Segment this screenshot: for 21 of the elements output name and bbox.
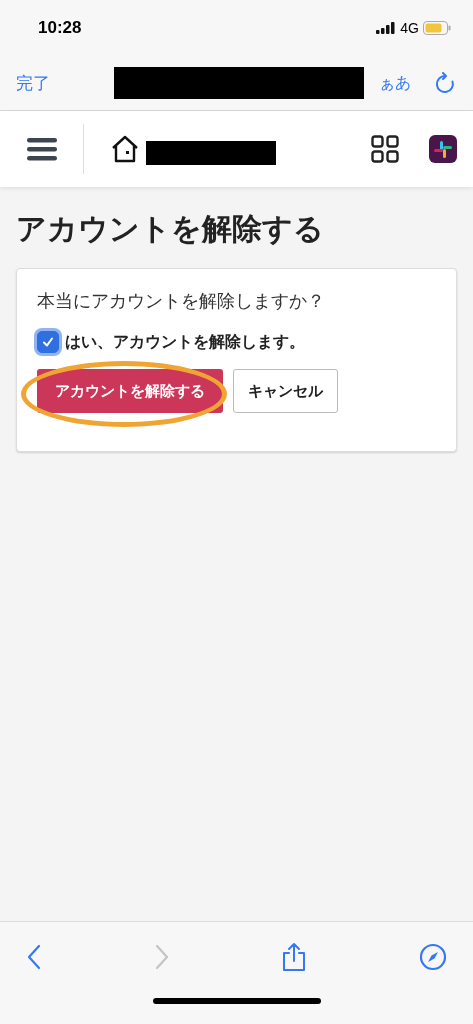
back-icon[interactable] [26, 944, 42, 970]
status-time: 10:28 [38, 18, 82, 38]
delete-account-button[interactable]: アカウントを解除する [37, 369, 223, 413]
grid-icon[interactable] [371, 135, 399, 163]
question-text: 本当にアカウントを解除しますか？ [37, 289, 326, 313]
page-title: アカウントを解除する [16, 210, 325, 248]
compass-icon[interactable] [418, 943, 447, 971]
app-icon[interactable] [429, 135, 457, 163]
checkmark-icon [41, 335, 55, 349]
share-icon[interactable] [281, 942, 308, 972]
cancel-button[interactable]: キャンセル [233, 369, 338, 413]
network-label: 4G [400, 20, 419, 36]
checkbox-label: はい、アカウントを解除します。 [65, 331, 305, 353]
checkbox[interactable] [37, 331, 59, 353]
text-size-button[interactable]: ぁあ [373, 72, 435, 94]
home-icon[interactable] [110, 135, 140, 163]
reload-icon[interactable] [435, 72, 455, 94]
signal-icon [376, 22, 397, 34]
battery-icon [423, 21, 451, 35]
menu-icon[interactable] [27, 137, 57, 161]
done-button[interactable]: 完了 [16, 71, 50, 95]
